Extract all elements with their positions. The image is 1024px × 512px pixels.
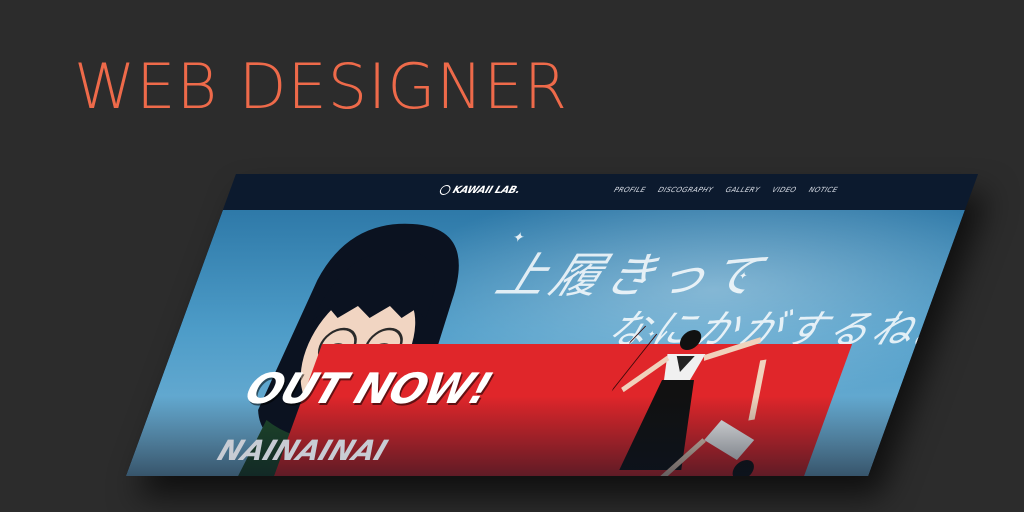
out-now-heading: OUT NOW! bbox=[239, 364, 499, 413]
sparkle-icon: ✦ bbox=[510, 229, 528, 245]
headline: WEB DESIGNER bbox=[74, 50, 569, 123]
nav-menu: PROFILE DISCOGRAPHY GALLERY VIDEO NOTICE bbox=[613, 186, 839, 194]
promo-canvas: WEB DESIGNER KAWAII LAB. PROFILE DISCOGR… bbox=[0, 0, 1024, 512]
site-logo-text: KAWAII LAB. bbox=[450, 185, 522, 196]
logo-mark-icon bbox=[438, 185, 452, 195]
nav-link-profile[interactable]: PROFILE bbox=[613, 186, 647, 194]
hero-copy-line-1: 上履きって bbox=[488, 248, 775, 304]
nav-link-gallery[interactable]: GALLERY bbox=[724, 186, 761, 194]
release-title[interactable]: NAINAINAI bbox=[213, 434, 392, 467]
site-logo[interactable]: KAWAII LAB. bbox=[438, 185, 522, 196]
website-mockup: KAWAII LAB. PROFILE DISCOGRAPHY GALLERY … bbox=[126, 174, 978, 476]
site-nav-bar: KAWAII LAB. PROFILE DISCOGRAPHY GALLERY … bbox=[222, 174, 978, 210]
nav-link-discography[interactable]: DISCOGRAPHY bbox=[657, 186, 714, 194]
nav-link-video[interactable]: VIDEO bbox=[771, 186, 798, 194]
nav-link-notice[interactable]: NOTICE bbox=[808, 186, 839, 194]
hero-section: ✦ ✦ ✦ 上履きって なにかがするね。 OUT NOW! NAINAINAI bbox=[126, 210, 965, 476]
